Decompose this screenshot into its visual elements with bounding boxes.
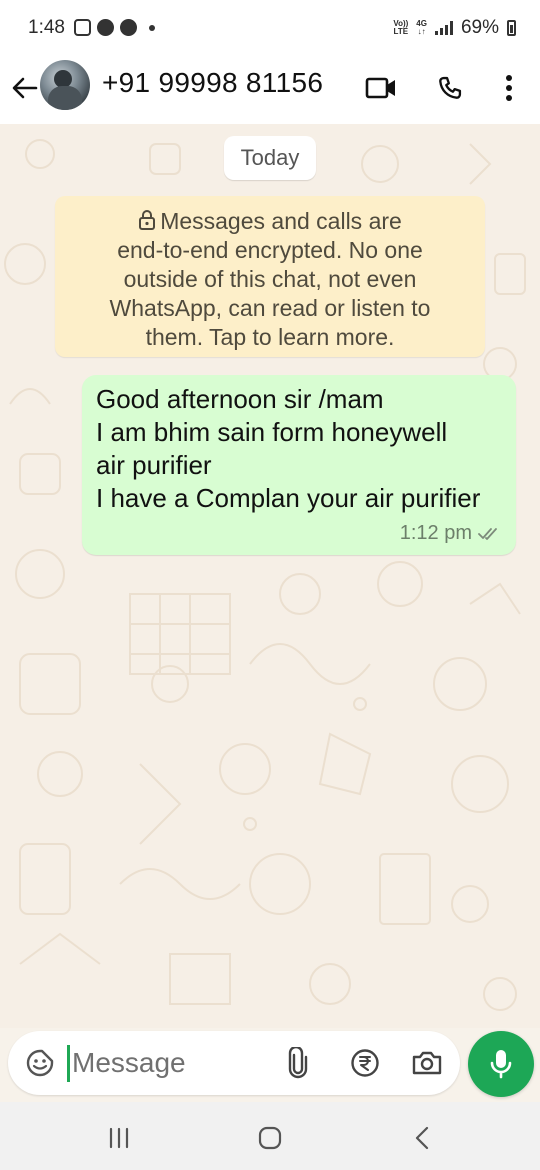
back-icon (415, 1126, 429, 1150)
lte-label: LTE (393, 27, 409, 36)
menu-button[interactable] (489, 68, 529, 108)
lock-icon (139, 210, 156, 230)
emoji-button[interactable] (22, 1045, 58, 1081)
contact-name[interactable]: +91 99998 81156 (102, 67, 323, 99)
snapchat-icon (97, 19, 114, 36)
network-gen: 4G ↓↑ (416, 20, 427, 36)
messenger-icon (120, 19, 137, 36)
encryption-notice[interactable]: Messages and calls are end-to-end encryp… (55, 196, 485, 357)
payment-button[interactable] (347, 1045, 383, 1081)
message-input[interactable] (72, 1042, 272, 1084)
home-button[interactable] (250, 1120, 290, 1156)
chat-header: +91 99998 81156 (0, 56, 540, 124)
camera-button[interactable] (409, 1045, 445, 1081)
video-call-button[interactable] (361, 68, 401, 108)
status-time: 1:48 (28, 17, 65, 38)
attach-button[interactable] (280, 1045, 316, 1081)
double-check-icon (478, 527, 497, 540)
encryption-notice-text-2: end-to-end encrypted. No one (117, 237, 423, 263)
data-arrows-icon: ↓↑ (417, 27, 426, 36)
encryption-notice-text-5: them. Tap to learn more. (145, 324, 395, 350)
rupee-icon (351, 1049, 379, 1077)
more-notifications-icon (149, 24, 155, 31)
message-line: air purifier (96, 450, 212, 480)
back-nav-button[interactable] (402, 1120, 442, 1156)
notification-icons (74, 19, 155, 36)
sticker-smile-icon (26, 1049, 54, 1077)
recents-icon (109, 1127, 129, 1149)
voice-call-button[interactable] (430, 68, 470, 108)
volte-indicator: Vo)) LTE (393, 20, 408, 36)
arrow-left-icon (12, 77, 38, 99)
system-nav-bar (0, 1102, 540, 1170)
encryption-notice-text-1: Messages and calls are (160, 208, 402, 234)
encryption-notice-line: Messages and calls are (71, 207, 469, 236)
paperclip-icon (288, 1047, 308, 1079)
message-line: I have a Complan your air purifier (96, 483, 481, 513)
home-icon (258, 1126, 282, 1150)
encryption-notice-text-4: WhatsApp, can read or listen to (109, 295, 431, 321)
date-chip: Today (224, 136, 316, 180)
message-line: Good afternoon sir /mam (96, 384, 384, 414)
outgoing-message[interactable]: Good afternoon sir /mam I am bhim sain f… (82, 375, 516, 555)
battery-icon (507, 20, 516, 36)
message-meta: 1:12 pm (400, 522, 500, 545)
battery-percent: 69% (460, 17, 499, 38)
back-button[interactable] (8, 70, 40, 106)
video-call-icon (365, 77, 395, 99)
avatar[interactable] (40, 60, 90, 110)
notification-app-icon (74, 19, 91, 36)
camera-icon (412, 1051, 442, 1075)
message-time: 1:12 pm (399, 522, 472, 544)
message-line: I am bhim sain form honeywell (96, 417, 448, 447)
status-right: Vo)) LTE 4G ↓↑ 69% (393, 17, 516, 39)
encryption-notice-text-3: outside of this chat, not even (123, 266, 417, 292)
message-composer (8, 1031, 460, 1095)
voice-record-button[interactable] (468, 1031, 534, 1097)
signal-icon (434, 21, 453, 35)
phone-icon (439, 76, 462, 99)
recents-button[interactable] (99, 1120, 139, 1156)
text-caret (67, 1045, 70, 1082)
status-bar: 1:48 Vo)) LTE 4G ↓↑ 69% (0, 0, 540, 56)
chat-area[interactable]: Today Messages and calls are end-to-end … (0, 124, 540, 1028)
more-vert-icon (506, 75, 512, 101)
mic-icon (490, 1050, 512, 1079)
